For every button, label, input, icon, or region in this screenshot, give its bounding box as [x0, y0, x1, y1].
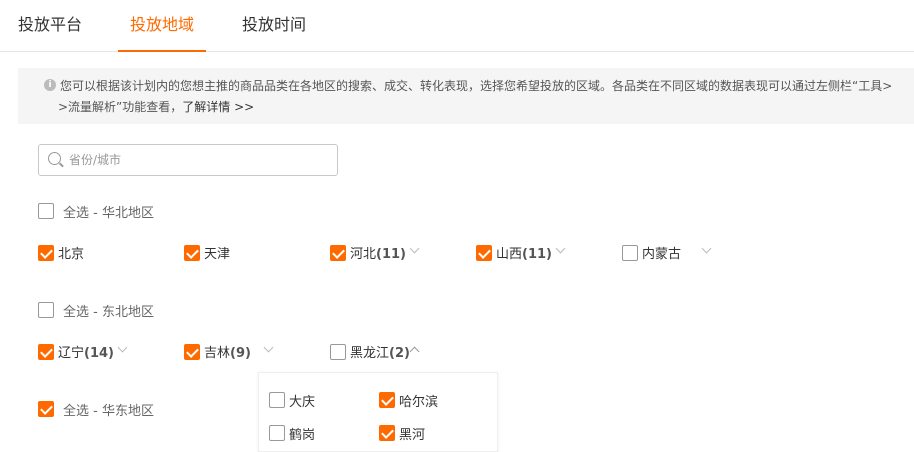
province-label-jilin: 吉林(9) [204, 342, 251, 361]
province-checkbox-beijing[interactable] [38, 245, 54, 261]
province-checkbox-liaoning[interactable] [38, 344, 54, 360]
province-label-hebei: 河北(11) [350, 243, 406, 262]
select-all-north-label: 全选 - 华北地区 [63, 206, 154, 221]
province-count-shanxi: (11) [522, 247, 552, 262]
province-label-shanxi: 山西(11) [496, 243, 552, 262]
city-checkbox-haerbin[interactable] [379, 392, 395, 408]
select-all-east-label: 全选 - 华东地区 [63, 404, 154, 419]
province-label-liaoning: 辽宁(14) [58, 342, 114, 361]
province-checkbox-jilin[interactable] [184, 344, 200, 360]
info-icon: i [44, 79, 56, 91]
chevron-down-icon[interactable] [409, 243, 420, 254]
notice-line-2-text: >流量解析”功能查看， [58, 100, 183, 114]
province-checkbox-heilongjiang[interactable] [330, 344, 346, 360]
province-count-heilongjiang: (2) [389, 346, 410, 361]
info-notice: i 您可以根据该计划内的您想主推的商品品类在各地区的搜索、成交、转化表现，选择您… [18, 68, 914, 124]
chevron-up-icon[interactable] [409, 346, 420, 357]
tab-region[interactable]: 投放地域 [117, 0, 207, 52]
select-all-northeast-checkbox[interactable] [38, 302, 54, 318]
city-label-haerbin: 哈尔滨 [399, 395, 439, 410]
chevron-down-icon[interactable] [117, 342, 128, 353]
province-label-heilongjiang: 黑龙江(2) [350, 342, 410, 361]
city-checkbox-daqing[interactable] [269, 392, 285, 408]
search-input[interactable] [69, 146, 329, 174]
select-all-northeast-label: 全选 - 东北地区 [63, 305, 154, 320]
province-label-neimenggu: 内蒙古 [642, 247, 682, 262]
city-label-hegang: 鹤岗 [289, 428, 316, 443]
chevron-down-icon[interactable] [263, 342, 274, 353]
province-checkbox-neimenggu[interactable] [622, 245, 638, 261]
province-name-heilongjiang: 黑龙江 [350, 346, 390, 361]
notice-line-1: 您可以根据该计划内的您想主推的商品品类在各地区的搜索、成交、转化表现，选择您希望… [60, 79, 893, 93]
select-all-north-checkbox[interactable] [38, 203, 54, 219]
notice-line-2: >流量解析”功能查看，了解详情 >> [58, 97, 914, 118]
city-dropdown-heilongjiang: 大庆 哈尔滨 鹤岗 黑河 [258, 372, 498, 452]
search-icon [48, 152, 61, 165]
province-count-jilin: (9) [230, 346, 251, 361]
province-checkbox-hebei[interactable] [330, 245, 346, 261]
province-name-shanxi: 山西 [496, 247, 523, 262]
tab-bar: 投放平台 投放地域 投放时间 [0, 0, 914, 52]
province-checkbox-shanxi[interactable] [476, 245, 492, 261]
city-label-heihe: 黑河 [399, 428, 426, 443]
province-name-jilin: 吉林 [204, 346, 231, 361]
province-name-liaoning: 辽宁 [58, 346, 85, 361]
province-checkbox-tianjin[interactable] [184, 245, 200, 261]
province-count-liaoning: (14) [84, 346, 114, 361]
province-label-beijing: 北京 [58, 247, 85, 262]
tab-platform[interactable]: 投放平台 [18, 0, 82, 52]
city-label-daqing: 大庆 [289, 395, 316, 410]
chevron-down-icon[interactable] [555, 243, 566, 254]
learn-more-link[interactable]: 了解详情 >> [182, 100, 254, 114]
select-all-east-checkbox[interactable] [38, 401, 54, 417]
search-box [38, 144, 338, 176]
tab-time[interactable]: 投放时间 [242, 0, 306, 52]
province-name-hebei: 河北 [350, 247, 377, 262]
province-label-tianjin: 天津 [204, 247, 231, 262]
province-count-hebei: (11) [376, 247, 406, 262]
chevron-down-icon[interactable] [701, 243, 712, 254]
